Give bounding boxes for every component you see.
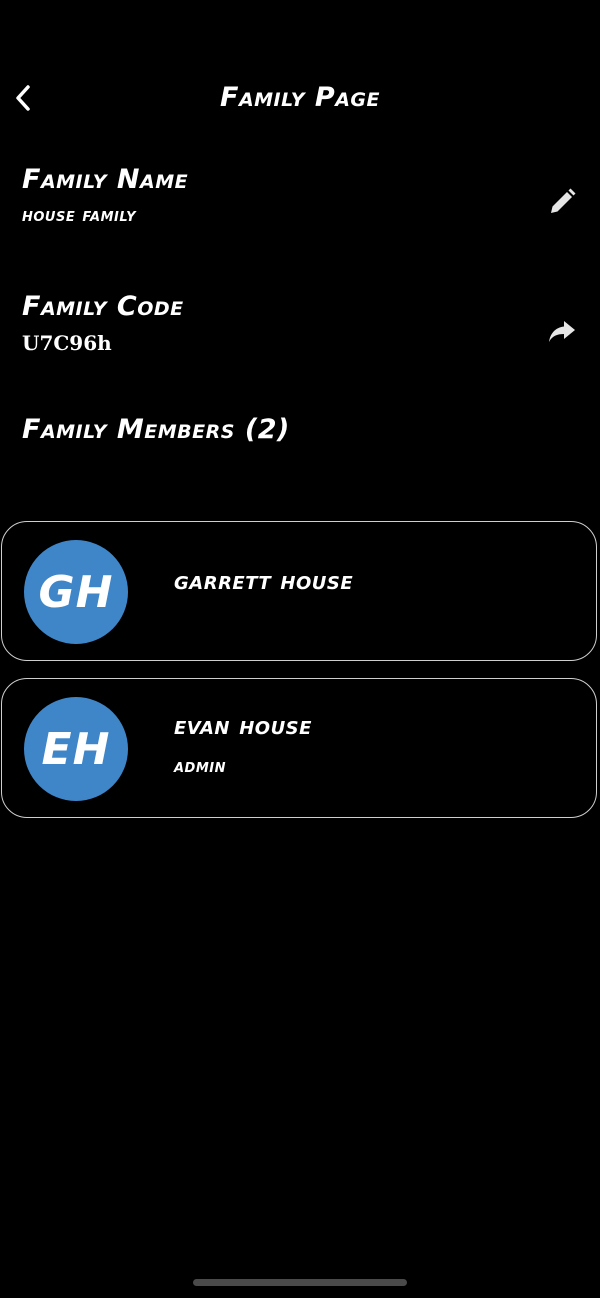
home-indicator[interactable]: [193, 1279, 407, 1286]
header-bar: Family Page: [0, 72, 600, 124]
family-name-label: Family Name: [22, 164, 189, 195]
family-name-section: Family Name house family: [22, 164, 578, 244]
member-card-evan-house[interactable]: EH evan house admin: [1, 678, 597, 818]
avatar-initials: GH: [38, 566, 114, 618]
family-code-value: U7C96h: [22, 331, 112, 355]
family-name-value: house family: [22, 204, 137, 226]
avatar-initials: EH: [41, 723, 111, 775]
edit-family-name-button[interactable]: [546, 186, 578, 218]
member-card-garrett-house[interactable]: GH garrett house: [1, 521, 597, 661]
avatar: GH: [24, 540, 128, 644]
share-arrow-icon: [549, 321, 575, 342]
avatar: EH: [24, 697, 128, 801]
member-name: garrett house: [174, 566, 354, 595]
member-role-badge: admin: [174, 755, 227, 777]
share-family-code-button[interactable]: [546, 315, 578, 347]
family-members-heading: Family Members (2): [22, 414, 290, 445]
family-members-section: Family Members (2): [22, 414, 578, 446]
pencil-icon: [551, 188, 576, 213]
family-code-label: Family Code: [22, 291, 184, 322]
member-name: evan house: [174, 711, 312, 740]
page-title: Family Page: [220, 82, 380, 113]
family-code-section: Family Code U7C96h: [22, 291, 578, 371]
